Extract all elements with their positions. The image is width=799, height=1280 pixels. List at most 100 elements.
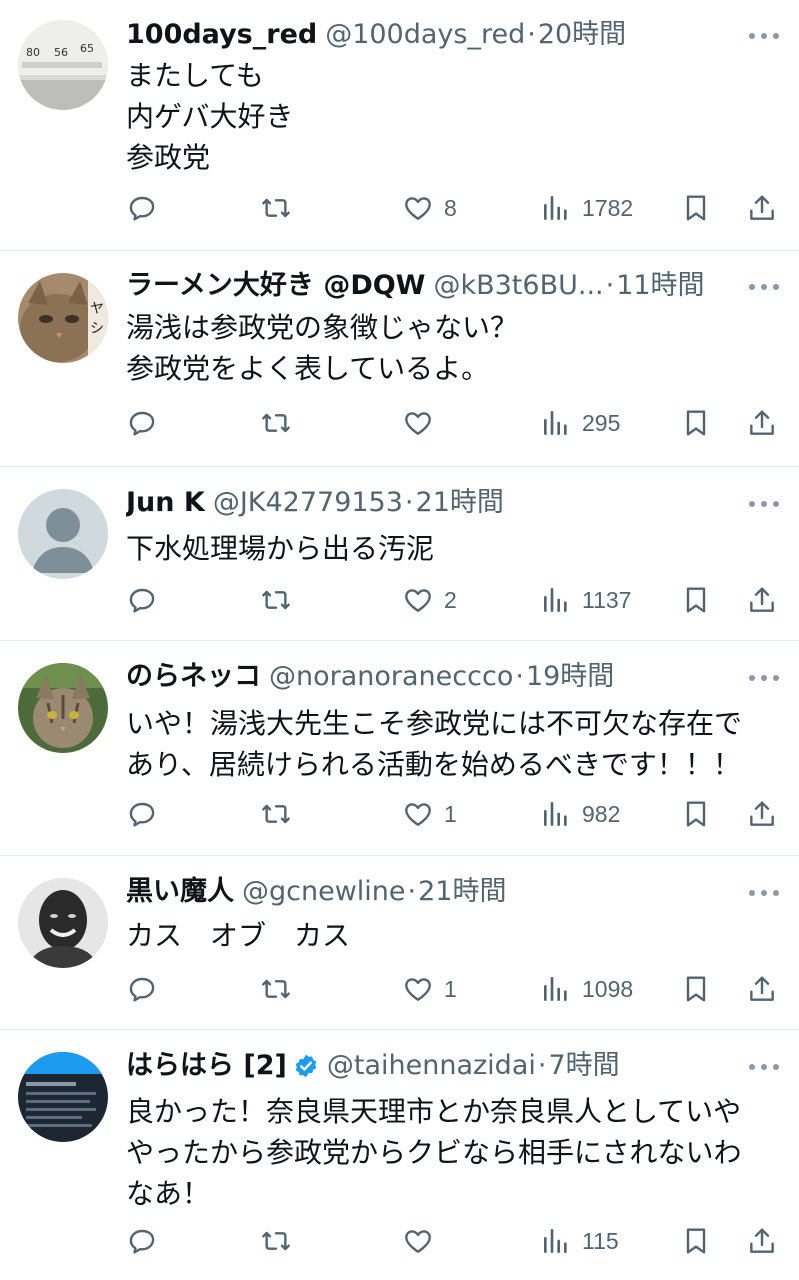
svg-text:シ: シ <box>90 321 104 337</box>
reply-button[interactable] <box>126 969 158 1009</box>
like-button[interactable]: 1 <box>402 794 457 834</box>
bookmark-button[interactable] <box>680 403 712 443</box>
retweet-icon <box>262 979 290 999</box>
more-icon[interactable] <box>749 277 779 297</box>
timestamp[interactable]: 19時間 <box>526 660 614 694</box>
timestamp[interactable]: 20時間 <box>538 18 626 52</box>
reply-icon <box>129 588 155 613</box>
author-name[interactable]: 黒い魔人 <box>126 875 234 909</box>
author-name[interactable]: 100days_red <box>126 18 317 52</box>
reply-icon <box>129 977 155 1002</box>
more-icon[interactable] <box>749 668 779 688</box>
timestamp[interactable]: 11時間 <box>616 269 704 303</box>
tweet-text-line: あり、居続けられる活動を始めるべきです！！！ <box>126 748 741 781</box>
like-button[interactable]: 1 <box>402 969 457 1009</box>
bookmark-icon <box>686 976 706 1002</box>
share-icon <box>750 410 774 435</box>
avatar[interactable] <box>18 1052 108 1142</box>
retweet-button[interactable] <box>260 188 292 228</box>
author-name[interactable]: Jun K <box>126 486 205 520</box>
like-icon <box>405 1230 431 1253</box>
author-handle[interactable]: @taihennazidai <box>327 1049 536 1083</box>
bookmark-button[interactable] <box>680 969 712 1009</box>
like-button[interactable] <box>402 403 444 443</box>
more-icon[interactable] <box>749 883 779 903</box>
views-button[interactable]: 982 <box>540 794 620 834</box>
like-button[interactable]: 2 <box>402 580 457 620</box>
author-name[interactable]: ラーメン大好き @DQW <box>126 269 425 303</box>
more-icon[interactable] <box>749 26 779 46</box>
tweet[interactable]: 80 56 65 100days_red @100days_red · 20時間… <box>0 0 799 251</box>
bookmark-button[interactable] <box>680 794 712 834</box>
author-handle[interactable]: @JK42779153 <box>213 486 403 520</box>
share-button[interactable] <box>746 794 778 834</box>
view-count: 115 <box>582 1227 619 1254</box>
separator: · <box>537 1050 547 1081</box>
bookmark-icon <box>686 801 706 827</box>
retweet-button[interactable] <box>260 1221 292 1261</box>
share-button[interactable] <box>746 188 778 228</box>
tweet[interactable]: 黒い魔人 @gcnewline · 21時間 カス オブ カス 1 1098 <box>0 856 799 1030</box>
timestamp[interactable]: 21時間 <box>416 486 504 520</box>
views-button[interactable]: 295 <box>540 403 620 443</box>
author-name[interactable]: はらはら [2] <box>126 1049 287 1083</box>
avatar[interactable] <box>18 663 108 753</box>
author-handle[interactable]: @kB3t6BU... <box>433 269 603 303</box>
reply-button[interactable] <box>126 580 158 620</box>
bookmark-button[interactable] <box>680 188 712 228</box>
views-button[interactable]: 115 <box>540 1221 619 1261</box>
like-count: 8 <box>444 194 457 221</box>
action-bar: 8 1782 <box>126 188 779 228</box>
avatar[interactable]: ヤ シ <box>18 273 108 363</box>
views-button[interactable]: 1782 <box>540 188 633 228</box>
action-bar: 115 <box>126 1221 779 1261</box>
bookmark-button[interactable] <box>680 1221 712 1261</box>
share-button[interactable] <box>746 1221 778 1261</box>
more-icon[interactable] <box>749 1057 779 1077</box>
reply-button[interactable] <box>126 403 158 443</box>
view-count: 1782 <box>582 194 634 221</box>
like-button[interactable]: 8 <box>402 188 457 228</box>
tweet[interactable]: のらネッコ @noranoraneccco · 19時間 いや！湯浅大先生こそ参… <box>0 641 799 856</box>
action-bar: 2 1137 <box>126 580 779 620</box>
author-handle[interactable]: @100days_red <box>325 18 525 52</box>
bookmark-button[interactable] <box>680 580 712 620</box>
like-icon <box>405 197 431 220</box>
more-icon[interactable] <box>749 494 779 514</box>
timestamp[interactable]: 21時間 <box>418 875 506 909</box>
separator: · <box>404 487 414 518</box>
view-count: 1098 <box>582 975 634 1002</box>
retweet-button[interactable] <box>260 794 292 834</box>
timestamp[interactable]: 7時間 <box>548 1049 619 1083</box>
like-button[interactable] <box>402 1221 444 1261</box>
separator: · <box>407 876 417 907</box>
views-button[interactable]: 1137 <box>540 580 631 620</box>
retweet-button[interactable] <box>260 403 292 443</box>
tweet[interactable]: ヤ シ ラーメン大好き @DQW @kB3t6BU... · 11時間 湯浅は参… <box>0 251 799 467</box>
share-button[interactable] <box>746 403 778 443</box>
tweet[interactable]: はらはら [2] @taihennazidai · 7時間 良かった！奈良県天理… <box>0 1030 799 1280</box>
avatar[interactable] <box>18 489 108 579</box>
view-count: 295 <box>582 409 621 436</box>
retweet-button[interactable] <box>260 969 292 1009</box>
tweet-text-line: 参政党をよく表しているよ。 <box>126 352 490 385</box>
author-name[interactable]: のらネッコ <box>126 660 261 694</box>
like-icon <box>405 803 431 826</box>
share-button[interactable] <box>746 969 778 1009</box>
reply-button[interactable] <box>126 794 158 834</box>
reply-button[interactable] <box>126 1221 158 1261</box>
retweet-button[interactable] <box>260 580 292 620</box>
views-button[interactable]: 1098 <box>540 969 633 1009</box>
svg-text:56: 56 <box>54 46 68 59</box>
author-handle[interactable]: @gcnewline <box>242 875 406 909</box>
bookmark-icon <box>686 1228 706 1254</box>
reply-icon <box>129 1229 155 1254</box>
view-count: 1137 <box>582 586 632 613</box>
avatar[interactable]: 80 56 65 <box>18 20 108 110</box>
author-handle[interactable]: @noranoraneccco <box>269 660 513 694</box>
tweet[interactable]: Jun K @JK42779153 · 21時間 下水処理場から出る汚泥 2 1… <box>0 467 799 641</box>
tweet-text-line: カス オブ カス <box>126 919 351 952</box>
share-button[interactable] <box>746 580 778 620</box>
reply-button[interactable] <box>126 188 158 228</box>
avatar[interactable] <box>18 878 108 968</box>
